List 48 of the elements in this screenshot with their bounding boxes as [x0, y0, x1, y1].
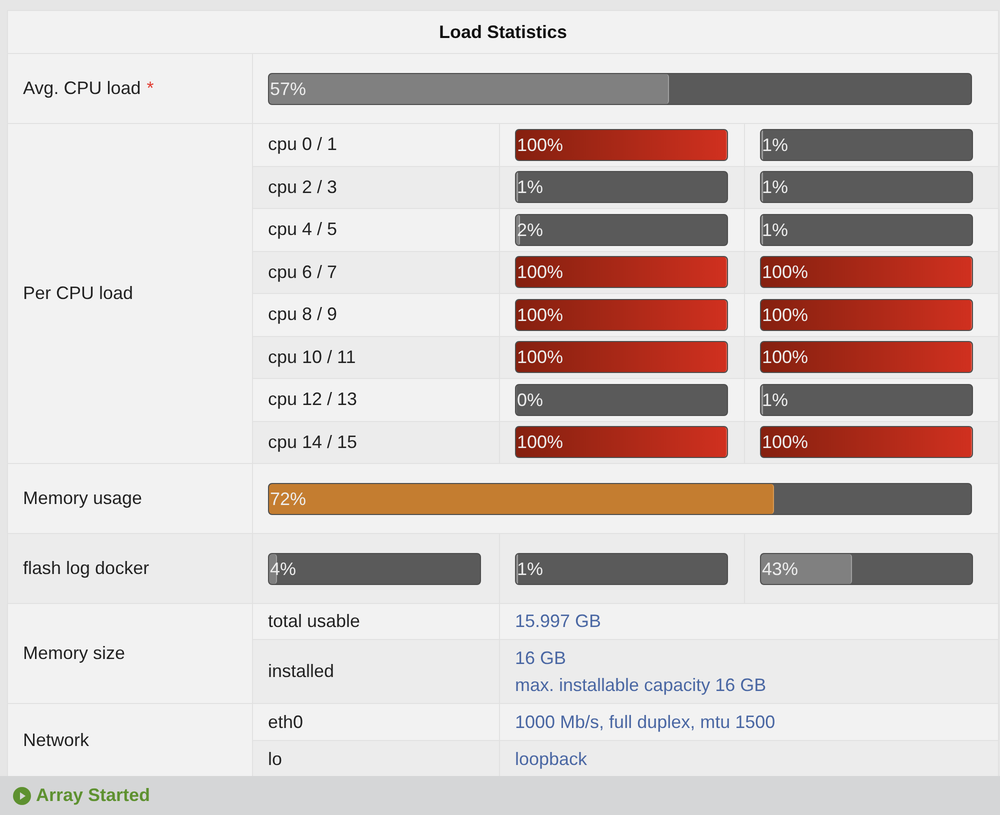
- progress-reading: 1%: [762, 176, 788, 198]
- info-name: eth0: [268, 712, 304, 732]
- cpu-pair-label: cpu 10 / 11: [268, 346, 356, 367]
- progress-reading: 100%: [762, 261, 808, 284]
- info-name: lo: [268, 748, 282, 768]
- progress-reading: 72%: [270, 488, 306, 510]
- row-label: flash log docker: [23, 558, 150, 578]
- play-circle-icon: [13, 786, 31, 804]
- progress-reading: 2%: [517, 218, 544, 241]
- progress-reading: 100%: [517, 134, 564, 156]
- panel-title: Load Statistics: [439, 22, 568, 42]
- progress-reading: 1%: [517, 176, 544, 198]
- info-value: max. installable capacity 16 GB: [515, 674, 766, 697]
- progress-reading: 1%: [762, 134, 788, 156]
- progress-reading: 43%: [762, 558, 798, 580]
- row-label: Memory size: [23, 643, 126, 663]
- cpu-pair-label: cpu 6 / 7: [268, 262, 338, 282]
- progress-reading: 4%: [270, 558, 296, 580]
- row-label: Per CPU load: [23, 283, 134, 303]
- cpu-pair-label: cpu 8 / 9: [268, 304, 338, 324]
- cpu-pair-label: cpu 4 / 5: [268, 219, 338, 240]
- progress-reading: 1%: [762, 218, 788, 241]
- cpu-pair-label: cpu 2 / 3: [268, 176, 338, 197]
- array-status: Array Started: [36, 784, 150, 807]
- progress-reading: 1%: [762, 388, 788, 411]
- progress-reading: 1%: [517, 558, 544, 580]
- cpu-pair-label: cpu 0 / 1: [268, 134, 338, 154]
- info-name: total usable: [268, 611, 360, 631]
- info-name: installed: [268, 661, 334, 681]
- info-value: 16 GB: [515, 646, 566, 670]
- row-label: Avg. CPU load: [23, 78, 141, 98]
- progress-reading: 100%: [517, 431, 564, 454]
- progress-reading: 100%: [517, 261, 564, 284]
- info-value: 15.997 GB: [515, 610, 602, 633]
- progress-reading: 100%: [762, 346, 808, 368]
- progress-reading: 0%: [517, 388, 544, 411]
- info-value: 1000 Mb/s, full duplex, mtu 1500: [515, 710, 776, 734]
- progress-reading: 100%: [762, 431, 808, 454]
- required-asterisk: *: [146, 78, 154, 98]
- info-value: loopback: [515, 748, 588, 771]
- row-label: Network: [23, 730, 90, 750]
- progress-reading: 100%: [517, 346, 564, 368]
- row-label: Memory usage: [23, 488, 142, 508]
- progress-reading: 100%: [762, 304, 808, 326]
- cpu-pair-label: cpu 14 / 15: [268, 432, 358, 452]
- cpu-pair-label: cpu 12 / 13: [268, 389, 358, 410]
- progress-reading: 57%: [270, 78, 306, 100]
- progress-reading: 100%: [517, 304, 564, 326]
